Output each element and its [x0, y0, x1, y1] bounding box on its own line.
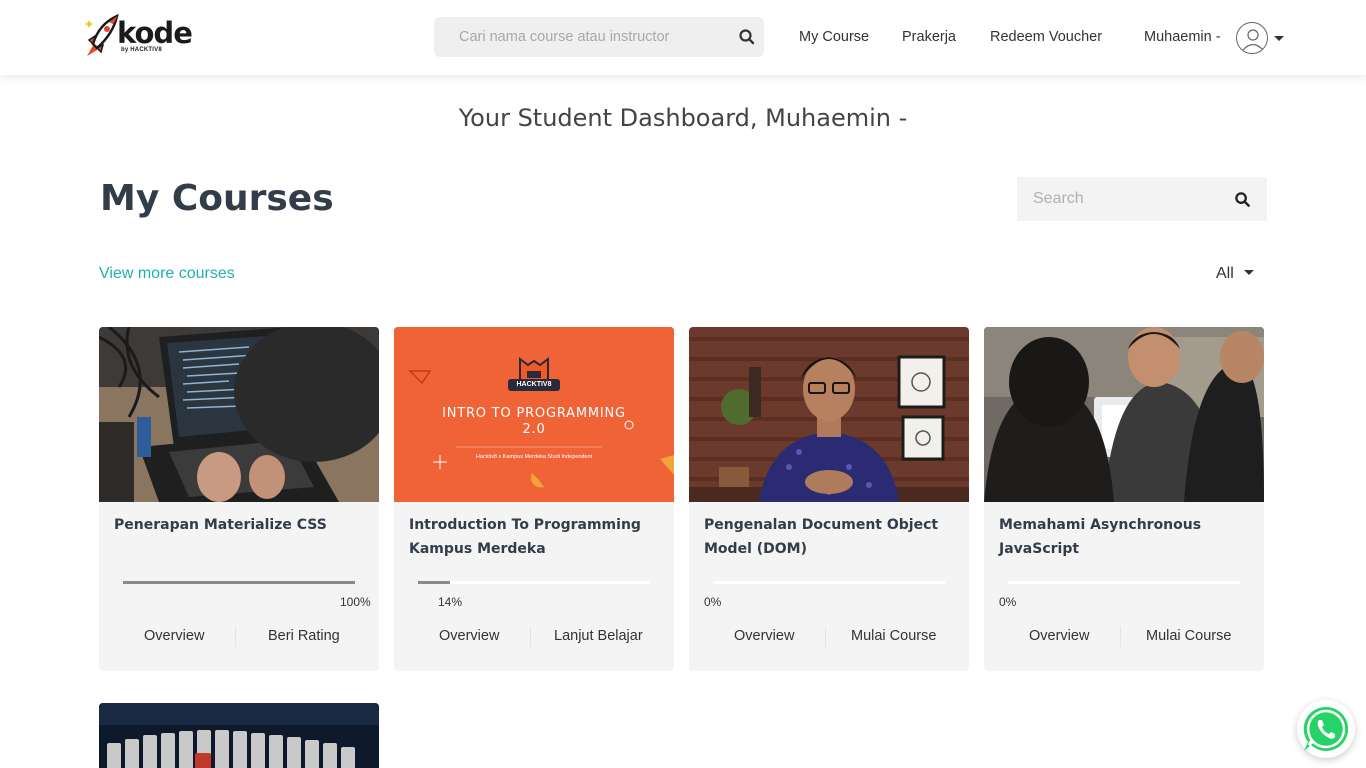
button-divider [530, 627, 531, 647]
my-courses-search-input[interactable] [1017, 177, 1222, 221]
overview-button[interactable]: Overview [1029, 628, 1089, 644]
progress-label: 100% [340, 595, 371, 609]
course-title[interactable]: Pengenalan Document Object Model (DOM) [704, 513, 954, 561]
search-icon[interactable] [738, 28, 756, 46]
logo-subtext: by HACKTIV8 [121, 47, 162, 53]
whatsapp-chat-button[interactable] [1297, 700, 1355, 758]
course-search-box [434, 17, 764, 57]
continue-learning-button[interactable]: Lanjut Belajar [554, 628, 643, 644]
overview-button[interactable]: Overview [144, 628, 204, 644]
course-card[interactable]: HACKTIV8 INTRO TO PROGRAMMING 2.0 Hackti… [394, 327, 674, 671]
chevron-down-icon [1244, 270, 1255, 275]
course-title[interactable]: Penerapan Materialize CSS [114, 513, 364, 537]
page-title: Your Student Dashboard, Muhaemin - [458, 104, 908, 132]
course-search-input[interactable] [434, 17, 724, 57]
view-more-courses-link[interactable]: View more courses [99, 265, 235, 283]
button-divider [235, 627, 236, 647]
overview-button[interactable]: Overview [734, 628, 794, 644]
group-photo-image [984, 327, 1264, 502]
progress-fill [123, 581, 355, 584]
start-course-button[interactable]: Mulai Course [851, 628, 936, 644]
banner-title: INTRO TO PROGRAMMING 2.0 [442, 406, 626, 437]
course-card[interactable]: Memahami Asynchronous JavaScript 0% Over… [984, 327, 1264, 671]
button-divider [1120, 627, 1121, 647]
user-avatar-icon [1242, 29, 1264, 51]
course-title[interactable]: Memahami Asynchronous JavaScript [999, 513, 1249, 561]
button-divider [825, 627, 826, 647]
course-thumbnail[interactable] [984, 327, 1264, 502]
progress-fill [418, 581, 451, 584]
search-icon[interactable] [1234, 191, 1251, 208]
progress-bar [713, 581, 945, 584]
instructor-photo-image [689, 327, 969, 502]
chevron-down-icon[interactable] [1274, 36, 1284, 41]
progress-label: 14% [438, 595, 463, 609]
laptop-photo-image [99, 327, 379, 502]
course-card[interactable]: Penerapan Materialize CSS 100% Overview … [99, 327, 379, 671]
kode-logo[interactable]: kode by HACKTIV8 [83, 12, 193, 58]
banner-badge: HACKTIV8 [516, 381, 552, 388]
my-courses-search-box [1017, 177, 1267, 221]
avatar[interactable] [1236, 22, 1268, 54]
nav-redeem-voucher[interactable]: Redeem Voucher [990, 29, 1102, 45]
whatsapp-icon [1303, 706, 1349, 751]
course-thumbnail[interactable] [689, 327, 969, 502]
progress-label: 0% [704, 595, 722, 609]
course-card[interactable]: Pengenalan Document Object Model (DOM) 0… [689, 327, 969, 671]
keyboard-photo-image [99, 703, 379, 768]
progress-bar [418, 581, 650, 584]
banner-subtitle: Hacktiv8 x Kampus Merdeka Studi Independ… [475, 454, 593, 460]
filter-label: All [1216, 265, 1234, 282]
user-name[interactable]: Muhaemin - [1144, 29, 1221, 45]
overview-button[interactable]: Overview [439, 628, 499, 644]
nav-my-course[interactable]: My Course [799, 29, 869, 45]
progress-bar [123, 581, 355, 584]
logo-wordmark: kode [117, 16, 193, 50]
course-filter-dropdown[interactable]: All [1216, 265, 1255, 283]
rate-course-button[interactable]: Beri Rating [268, 628, 340, 644]
start-course-button[interactable]: Mulai Course [1146, 628, 1231, 644]
course-title[interactable]: Introduction To Programming Kampus Merde… [409, 513, 659, 561]
progress-bar [1008, 581, 1240, 584]
top-navbar: kode by HACKTIV8 My Course Prakerja Rede… [0, 0, 1366, 75]
course-thumbnail[interactable]: HACKTIV8 INTRO TO PROGRAMMING 2.0 Hackti… [394, 327, 674, 502]
course-card[interactable] [99, 703, 379, 768]
progress-label: 0% [999, 595, 1017, 609]
section-title: My Courses [100, 178, 334, 219]
nav-prakerja[interactable]: Prakerja [902, 29, 956, 45]
course-thumbnail[interactable] [99, 327, 379, 502]
